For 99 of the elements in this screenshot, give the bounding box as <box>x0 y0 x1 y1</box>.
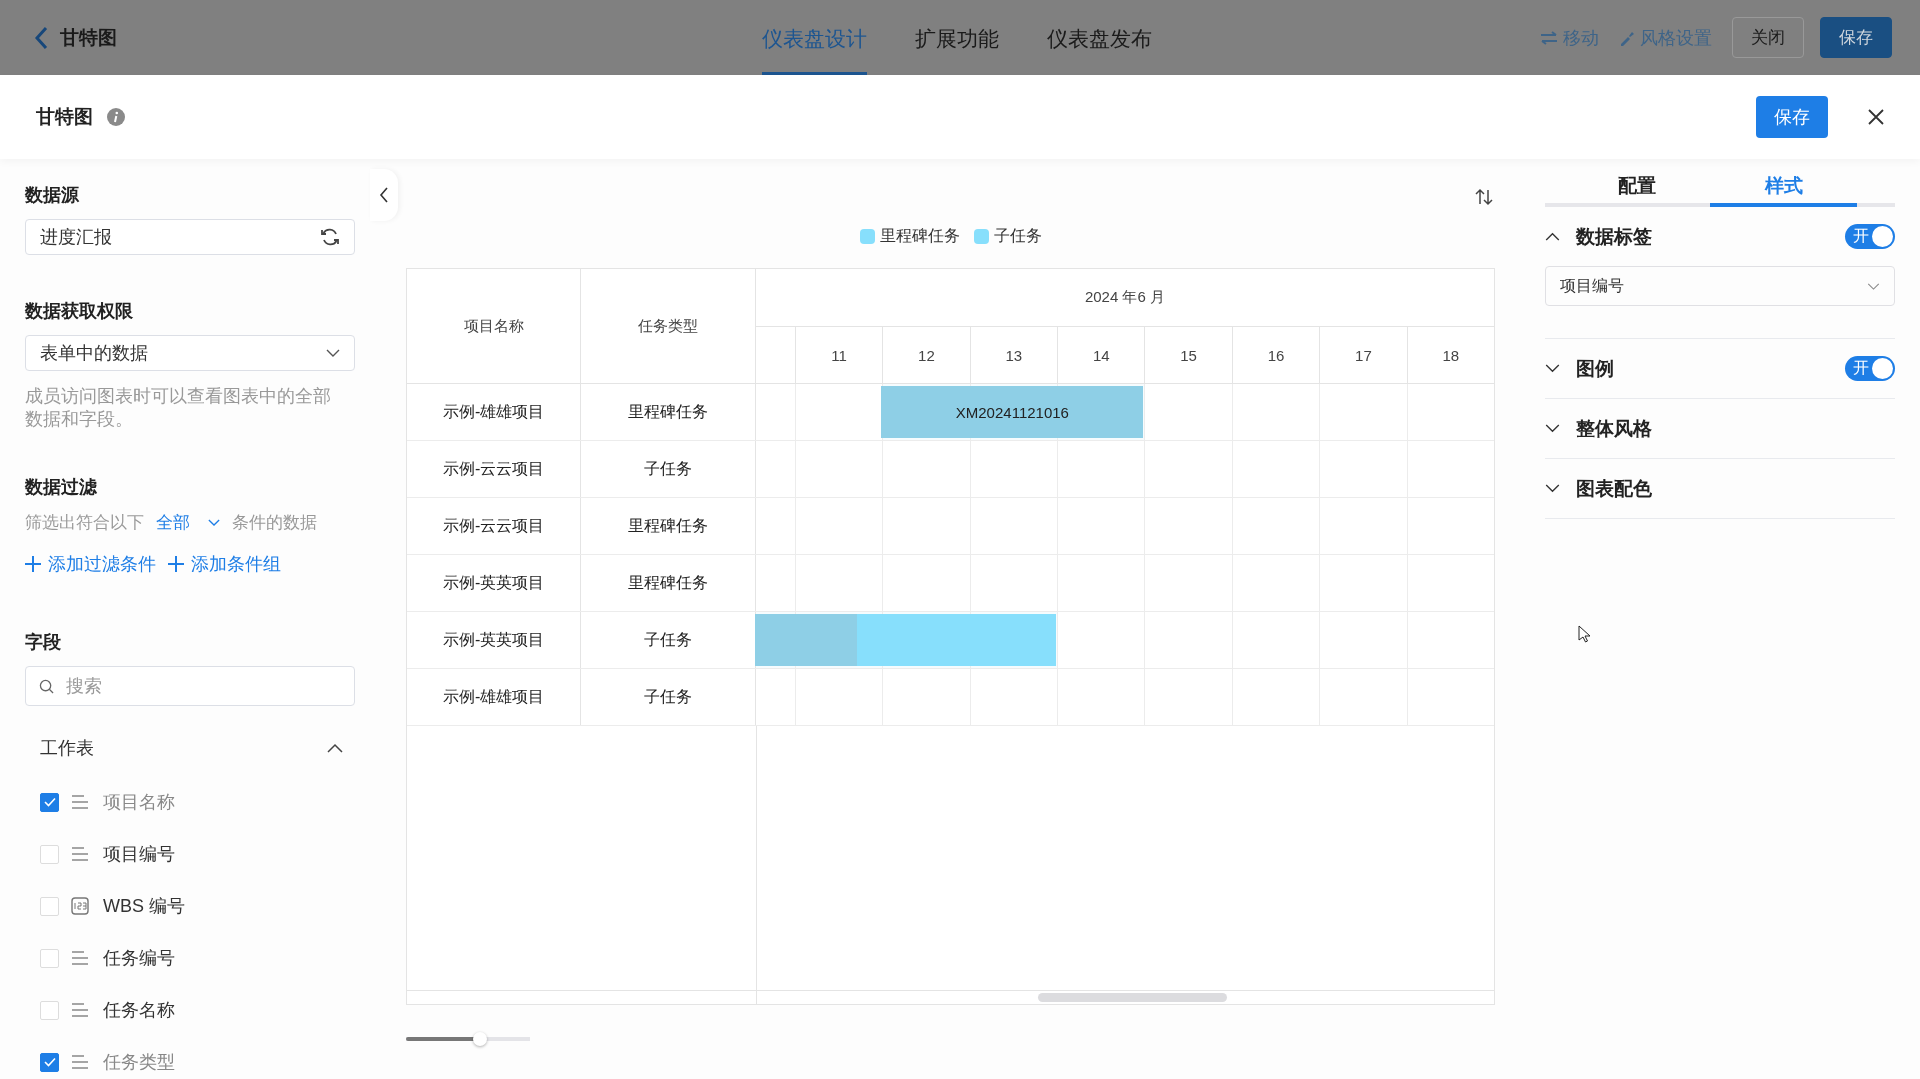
app-title: 甘特图 <box>60 25 117 50</box>
filter-text: 条件的数据 <box>232 512 317 534</box>
field-name: 项目编号 <box>103 843 175 866</box>
section-heading: 字段 <box>25 631 62 654</box>
add-filter-link[interactable]: 添加过滤条件 <box>25 552 156 576</box>
month-header: 2024 年6 月 <box>755 269 1494 327</box>
table-cell-text: 子任务 <box>643 686 694 707</box>
info-icon[interactable] <box>107 108 125 126</box>
nav-tab[interactable]: 扩展功能 <box>915 0 999 75</box>
text-field-icon <box>71 795 89 809</box>
table-cell-text: 子任务 <box>643 629 694 650</box>
checkbox[interactable] <box>40 792 59 812</box>
collapse-button[interactable] <box>370 169 398 221</box>
table-cell: 示例-雄雄项目 <box>407 384 582 440</box>
section-title: 图例 <box>1576 356 1614 381</box>
chevron-down-icon[interactable] <box>1545 424 1560 433</box>
toggle-switch[interactable]: 开 <box>1845 356 1895 381</box>
section-title: 整体风格 <box>1576 416 1652 441</box>
section-title: 图表配色 <box>1576 476 1652 501</box>
save-button[interactable]: 保存 <box>1820 17 1892 58</box>
dialog-title: 甘特图 <box>36 105 93 129</box>
section-title: 数据标签 <box>1576 224 1652 249</box>
close-icon[interactable] <box>1868 109 1884 125</box>
sort-icon[interactable] <box>1475 188 1493 206</box>
search-field[interactable]: 搜索 <box>25 666 355 706</box>
label-field-select[interactable]: 项目编号 <box>1545 266 1895 306</box>
chevron-down-icon[interactable] <box>1545 484 1560 493</box>
save-button[interactable]: 保存 <box>1756 96 1828 138</box>
field-name: WBS 编号 <box>103 895 185 918</box>
day-header: 17 <box>1319 327 1407 383</box>
table-cell: 示例-雄雄项目 <box>407 669 582 725</box>
panel-tab[interactable]: 样式 <box>1710 169 1857 207</box>
refresh-icon[interactable] <box>320 227 340 247</box>
group-header[interactable]: 工作表 <box>25 736 355 760</box>
day-header: 15 <box>1144 327 1232 383</box>
chevron-down-icon <box>208 519 220 526</box>
number-icon <box>71 897 89 915</box>
check-icon <box>43 797 56 807</box>
column-header: 项目名称 <box>407 269 582 383</box>
day-header: 13 <box>969 327 1058 383</box>
section-heading: 数据过滤 <box>25 476 98 499</box>
section-heading: 数据源 <box>25 184 80 207</box>
table-cell: 示例-英英项目 <box>407 555 582 611</box>
table-cell-text: 里程碑任务 <box>627 515 710 536</box>
day-header: 16 <box>1231 327 1320 383</box>
plus-icon <box>168 556 184 572</box>
chevron-down-icon <box>1867 282 1880 290</box>
bar-label: XM20241121016 <box>955 403 1069 421</box>
check-icon <box>43 1057 56 1067</box>
column-header: 任务类型 <box>581 269 756 383</box>
chevron-down-icon[interactable] <box>1545 364 1560 373</box>
field-name: 任务名称 <box>103 999 175 1022</box>
datasource-field[interactable]: 进度汇报 <box>25 219 355 255</box>
table-cell: 示例-云云项目 <box>407 498 582 554</box>
table-cell: 示例-英英项目 <box>407 612 582 668</box>
help-text: 成员访问图表时可以查看图表中的全部数据和字段。 <box>25 385 332 431</box>
gantt-bar[interactable]: XM20241121016 <box>881 386 1144 438</box>
table-cell-text: 里程碑任务 <box>627 401 710 422</box>
slider-thumb[interactable] <box>473 1032 488 1046</box>
plus-icon <box>25 556 41 572</box>
field-name: 任务类型 <box>103 1051 175 1074</box>
scrollbar-thumb[interactable] <box>1038 993 1227 1002</box>
match-mode-dropdown[interactable]: 全部 <box>156 511 220 534</box>
add-filter-link[interactable]: 添加条件组 <box>168 552 281 576</box>
toggle-switch[interactable]: 开 <box>1845 224 1895 249</box>
group-label: 工作表 <box>40 737 94 760</box>
text-field-icon <box>71 847 89 861</box>
text-field-icon <box>71 1055 89 1069</box>
cursor-icon <box>1578 625 1590 643</box>
search-icon <box>39 679 54 694</box>
legend-label: 子任务 <box>993 225 1042 246</box>
table-cell-text: 里程碑任务 <box>627 572 710 593</box>
day-header: 12 <box>882 327 970 383</box>
select-value: 表单中的数据 <box>40 342 148 365</box>
chevron-left-icon <box>379 187 389 203</box>
section-heading: 数据获取权限 <box>25 300 134 323</box>
day-header: 11 <box>794 327 883 383</box>
field-name: 项目名称 <box>103 791 175 814</box>
field-name: 任务编号 <box>103 947 175 970</box>
close-button[interactable]: 关闭 <box>1732 17 1804 58</box>
table-cell-text: 子任务 <box>643 458 694 479</box>
panel-tab[interactable]: 配置 <box>1563 169 1710 207</box>
select-value: 项目编号 <box>1560 275 1624 296</box>
day-header: 18 <box>1406 327 1494 383</box>
back-icon[interactable] <box>34 25 48 50</box>
chevron-up-icon[interactable] <box>1545 232 1560 241</box>
text-field-icon <box>71 1003 89 1017</box>
nav-tab[interactable]: 仪表盘发布 <box>1047 0 1152 75</box>
chevron-down-icon <box>326 349 340 357</box>
legend-label: 里程碑任务 <box>879 225 960 246</box>
brush-icon <box>1619 29 1635 46</box>
checkbox[interactable] <box>40 1052 59 1072</box>
field-value: 进度汇报 <box>40 226 112 249</box>
table-cell: 示例-云云项目 <box>407 441 582 497</box>
permission-select[interactable]: 表单中的数据 <box>25 335 355 371</box>
text-field-icon <box>71 951 89 965</box>
day-header: 14 <box>1057 327 1145 383</box>
filter-text: 筛选出符合以下 <box>25 512 144 534</box>
swap-icon <box>1540 30 1558 45</box>
